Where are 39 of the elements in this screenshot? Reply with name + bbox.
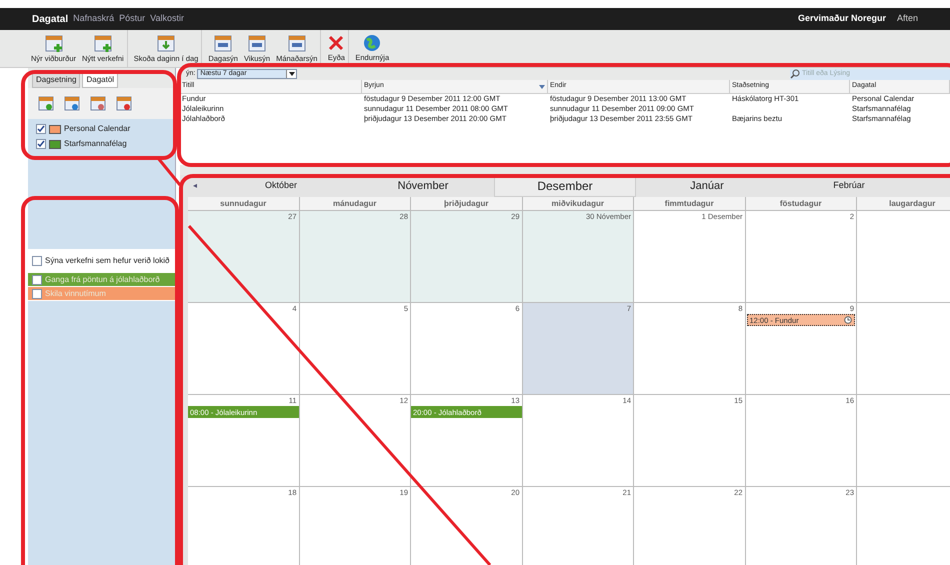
weekday-header: þriðjudagur [444, 198, 488, 210]
month-tab[interactable]: Október [210, 179, 352, 193]
checkbox[interactable] [32, 274, 42, 284]
calendar-icon [247, 32, 268, 53]
user-name: Gervimaður Noregur [798, 12, 886, 26]
checkbox[interactable] [32, 256, 42, 266]
previous-month-button[interactable]: ◂ [180, 180, 210, 192]
calendar-plus-icon[interactable] [38, 96, 54, 111]
nav-tab[interactable]: Nafnaskrá [73, 12, 114, 26]
weekday-header: sunnudagur [220, 198, 266, 210]
checkbox[interactable] [36, 139, 46, 149]
calendar-plus-icon [44, 32, 64, 53]
search-icon [790, 69, 800, 79]
nav-link[interactable]: Aften [896, 12, 918, 26]
checkbox[interactable] [32, 288, 42, 298]
weekday-header: miðvikudagur [552, 198, 604, 210]
weekday-header: fimmtudagur [664, 198, 714, 210]
clock-icon [844, 316, 852, 324]
calendar-plus-icon [92, 32, 113, 53]
nav-tab[interactable]: Valkostir [150, 12, 184, 26]
month-tab[interactable]: Nóvember [352, 178, 494, 194]
calendar-name: Personal Calendar [64, 123, 130, 135]
calendar-icon [213, 32, 234, 53]
calendar-remove-icon[interactable] [116, 96, 132, 111]
close-icon [327, 34, 346, 52]
weekday-header: föstudagur [780, 198, 822, 210]
checkbox-label: Sýna verkefni sem hefur verið lokið [45, 255, 170, 267]
month-tab[interactable]: Janúar [636, 178, 778, 194]
checkbox[interactable] [36, 124, 46, 134]
sort-icon [539, 84, 545, 88]
weekday-header: mánudagur [332, 198, 377, 210]
calendar-icon [286, 32, 307, 53]
weekday-header: laugardagur [889, 198, 936, 210]
calendar-name: Starfsmannafélag [64, 138, 127, 150]
dropdown-icon [286, 70, 296, 78]
month-tab[interactable]: Febrúar [778, 179, 920, 193]
nav-tab[interactable]: Dagatal [32, 12, 68, 26]
nav-tab[interactable]: Póstur [119, 12, 146, 26]
globe-icon [363, 34, 382, 52]
